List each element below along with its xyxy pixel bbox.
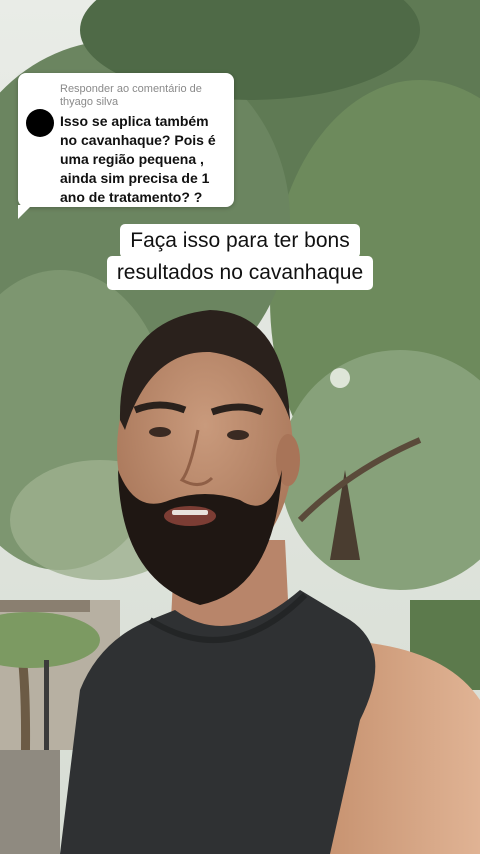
reply-header: Responder ao comentário de thyago silva: [60, 83, 202, 108]
avatar: [26, 109, 54, 137]
comment-reply-card[interactable]: Responder ao comentário de thyago silva …: [18, 73, 234, 219]
reply-comment-text: Isso se aplica também no cavanhaque? Poi…: [60, 113, 216, 205]
video-caption: Faça isso para ter bons resultados no ca…: [0, 224, 480, 290]
caption-line-2: resultados no cavanhaque: [106, 256, 374, 290]
caption-line-1: Faça isso para ter bons: [120, 224, 360, 258]
